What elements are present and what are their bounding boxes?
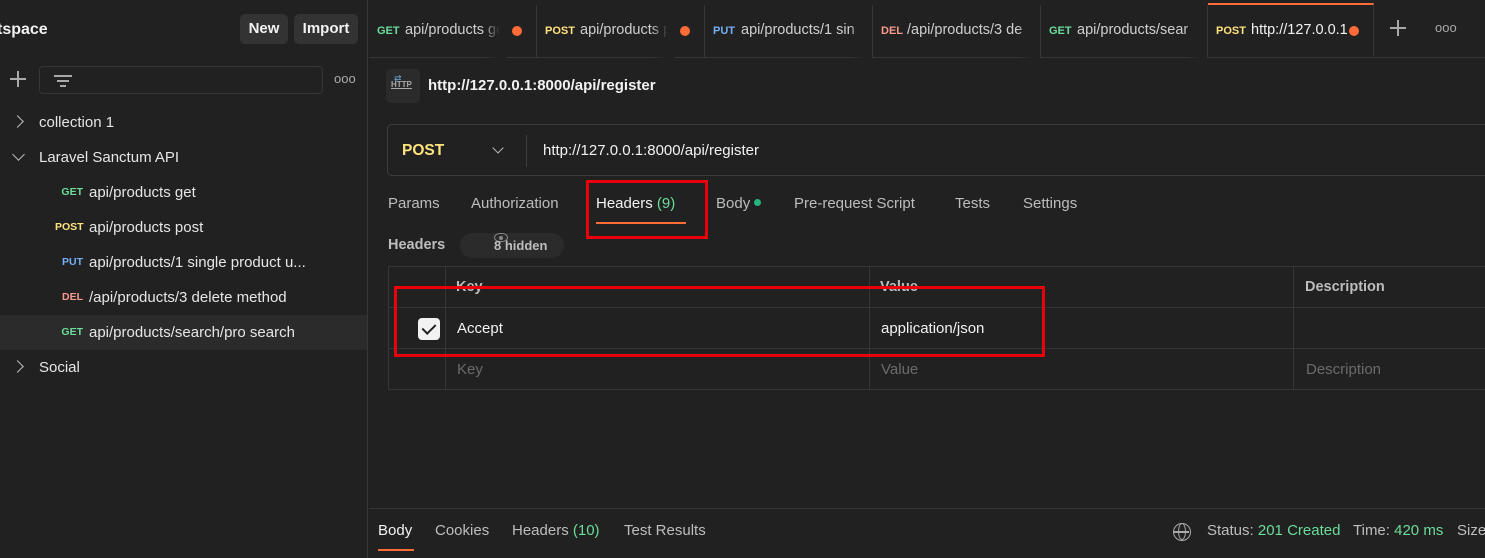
url-bar: POST http://127.0.0.1:8000/api/register xyxy=(387,124,1485,176)
tree-item-label: Laravel Sanctum API xyxy=(39,149,180,166)
tab-request[interactable]: GET api/products/sear xyxy=(1041,5,1208,58)
tab-name: http://127.0.0.1 xyxy=(1251,22,1348,38)
response-headers-count: (10) xyxy=(572,522,600,539)
tab-method: GET xyxy=(377,25,400,37)
tab-body[interactable]: Body xyxy=(716,195,762,212)
headers-section-label: Headers xyxy=(388,237,446,253)
highlight-box-headers-tab xyxy=(586,180,708,239)
tree-item-label: collection 1 xyxy=(39,114,115,131)
size-readout: Size xyxy=(1457,522,1485,539)
request-item[interactable]: POST api/products post xyxy=(0,210,367,245)
chevron-down-icon[interactable] xyxy=(492,142,504,154)
tab-name: api/products/1 sin xyxy=(741,22,855,38)
request-item-selected[interactable]: GET api/products/search/pro search xyxy=(0,315,367,350)
sidebar-toolbar: ooo xyxy=(0,63,367,97)
response-tab-test-results[interactable]: Test Results xyxy=(624,522,706,539)
tab-method: DEL xyxy=(881,25,903,37)
tab-method: POST xyxy=(545,25,575,37)
tab-params[interactable]: Params xyxy=(388,195,440,212)
tab-request-active[interactable]: POST http://127.0.0.1 xyxy=(1208,3,1374,56)
tab-name: /api/products/3 de xyxy=(907,22,1023,38)
tab-name: api/products/sear xyxy=(1077,22,1189,38)
method-badge: POST xyxy=(55,221,84,233)
import-button[interactable]: Import xyxy=(294,14,358,44)
chevron-right-icon xyxy=(11,115,24,128)
tree-item-collection-1[interactable]: collection 1 xyxy=(0,105,367,140)
url-input[interactable]: http://127.0.0.1:8000/api/register xyxy=(543,142,759,159)
tab-authorization[interactable]: Authorization xyxy=(471,195,559,212)
unsaved-dot-icon xyxy=(1349,26,1359,36)
request-name: api/products get xyxy=(89,184,196,201)
tabs-more-icon[interactable]: ooo xyxy=(1435,20,1457,35)
request-name: api/products post xyxy=(89,219,204,236)
tab-request[interactable]: PUT api/products/1 sin xyxy=(705,5,873,58)
tab-prerequest-script[interactable]: Pre-request Script xyxy=(794,195,915,212)
tab-settings[interactable]: Settings xyxy=(1023,195,1077,212)
method-select[interactable]: POST xyxy=(402,142,444,160)
tree-item-label: Social xyxy=(39,359,80,376)
method-badge: PUT xyxy=(62,256,83,268)
hidden-headers-toggle[interactable]: 8 hidden xyxy=(460,233,564,258)
highlight-box-accept-header xyxy=(394,286,1045,357)
response-tab-body[interactable]: Body xyxy=(378,522,412,539)
chevron-right-icon xyxy=(11,360,24,373)
method-badge: DEL xyxy=(62,291,83,303)
workspace-header: tspace New Import xyxy=(0,0,367,58)
chevron-down-icon xyxy=(12,148,25,161)
request-name: /api/products/3 delete method xyxy=(89,289,287,306)
status-dot-icon xyxy=(754,199,762,206)
unsaved-dot-icon xyxy=(680,26,690,36)
unsaved-dot-icon xyxy=(512,26,522,36)
response-bar: Body Cookies Headers (10) Test Results S… xyxy=(369,508,1485,558)
time-readout: Time: 420 ms xyxy=(1353,522,1444,539)
response-tab-cookies[interactable]: Cookies xyxy=(435,522,489,539)
tab-request[interactable]: POST api/products p xyxy=(537,5,705,58)
tab-tests[interactable]: Tests xyxy=(955,195,990,212)
method-badge: GET xyxy=(61,326,83,338)
workspace-title: tspace xyxy=(0,21,48,38)
request-item[interactable]: PUT api/products/1 single product u... xyxy=(0,245,367,280)
request-name: api/products/1 single product u... xyxy=(89,254,306,271)
column-header-description: Description xyxy=(1305,279,1385,295)
tab-request[interactable]: DEL /api/products/3 de xyxy=(873,5,1041,58)
status-value: 201 Created xyxy=(1257,522,1341,539)
header-description-field[interactable] xyxy=(1294,308,1485,349)
http-request-icon: ⇄ HTTP xyxy=(386,69,420,103)
time-value: 420 ms xyxy=(1394,522,1444,539)
request-name: api/products/search/pro search xyxy=(89,324,295,341)
sidebar-more-icon[interactable]: ooo xyxy=(334,71,356,86)
add-collection-icon[interactable] xyxy=(8,69,28,89)
request-title: http://127.0.0.1:8000/api/register xyxy=(428,77,656,94)
tab-method: POST xyxy=(1216,25,1246,37)
tree-item-laravel-sanctum-api[interactable]: Laravel Sanctum API xyxy=(0,140,367,175)
request-tabs-bar: GET api/products ge POST api/products p … xyxy=(369,0,1485,58)
method-badge: GET xyxy=(61,186,83,198)
new-tab-icon[interactable] xyxy=(1389,19,1407,37)
key-placeholder-field[interactable]: Key xyxy=(457,361,483,378)
tab-method: GET xyxy=(1049,25,1072,37)
request-item[interactable]: GET api/products get xyxy=(0,175,367,210)
filter-icon xyxy=(54,75,72,87)
status-readout: Status: 201 Created xyxy=(1207,522,1341,539)
globe-icon[interactable] xyxy=(1173,523,1191,541)
description-placeholder-field[interactable]: Description xyxy=(1306,361,1381,378)
request-item[interactable]: DEL /api/products/3 delete method xyxy=(0,280,367,315)
new-button[interactable]: New xyxy=(240,14,288,44)
tab-method: PUT xyxy=(713,25,735,37)
response-tab-headers[interactable]: Headers (10) xyxy=(512,522,600,539)
sidebar: tspace New Import ooo collection 1 Larav… xyxy=(0,0,368,558)
value-placeholder-field[interactable]: Value xyxy=(881,361,918,378)
filter-input[interactable] xyxy=(39,66,323,94)
tab-request[interactable]: GET api/products ge xyxy=(369,5,537,58)
tree-item-social[interactable]: Social xyxy=(0,350,367,385)
